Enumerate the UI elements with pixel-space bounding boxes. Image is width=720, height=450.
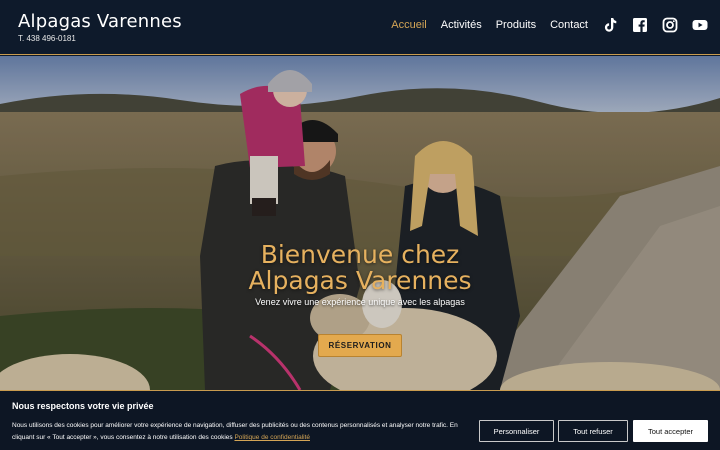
customize-cookies-button[interactable]: Personnaliser	[479, 420, 554, 442]
brand[interactable]: Alpagas Varennes T. 438 496-0181	[18, 11, 182, 43]
cookie-banner: Nous respectons votre vie privée Nous ut…	[0, 390, 720, 450]
youtube-icon[interactable]	[692, 17, 708, 33]
cookie-title: Nous respectons votre vie privée	[12, 401, 154, 411]
site-title[interactable]: Alpagas Varennes	[18, 11, 182, 32]
nav-link-activites[interactable]: Activités	[441, 19, 482, 31]
instagram-icon[interactable]	[662, 17, 678, 33]
reservation-button[interactable]: RÉSERVATION	[318, 334, 402, 357]
nav-link-contact[interactable]: Contact	[550, 19, 588, 31]
cookie-text: Nous utilisons des cookies pour améliore…	[12, 420, 470, 444]
hero-subtitle: Venez vivre une expérience unique avec l…	[255, 297, 465, 307]
facebook-icon[interactable]	[632, 17, 648, 33]
accept-all-button[interactable]: Tout accepter	[633, 420, 708, 442]
hero-title-line1: Bienvenue chez	[260, 240, 460, 269]
site-header: Alpagas Varennes T. 438 496-0181 Accueil…	[0, 0, 720, 55]
hero-section: Bienvenue chez Alpagas Varennes Venez vi…	[0, 56, 720, 390]
nav-link-accueil[interactable]: Accueil	[391, 19, 426, 31]
privacy-policy-link[interactable]: Politique de confidentialité	[234, 434, 310, 441]
phone-number: T. 438 496-0181	[18, 34, 76, 43]
hero-title: Bienvenue chez Alpagas Varennes	[0, 242, 720, 294]
nav-link-produits[interactable]: Produits	[496, 19, 536, 31]
main-nav: Accueil Activités Produits Contact	[391, 17, 708, 33]
hero-title-line2: Alpagas Varennes	[248, 266, 472, 295]
tiktok-icon[interactable]	[602, 17, 618, 33]
refuse-all-button[interactable]: Tout refuser	[558, 420, 628, 442]
